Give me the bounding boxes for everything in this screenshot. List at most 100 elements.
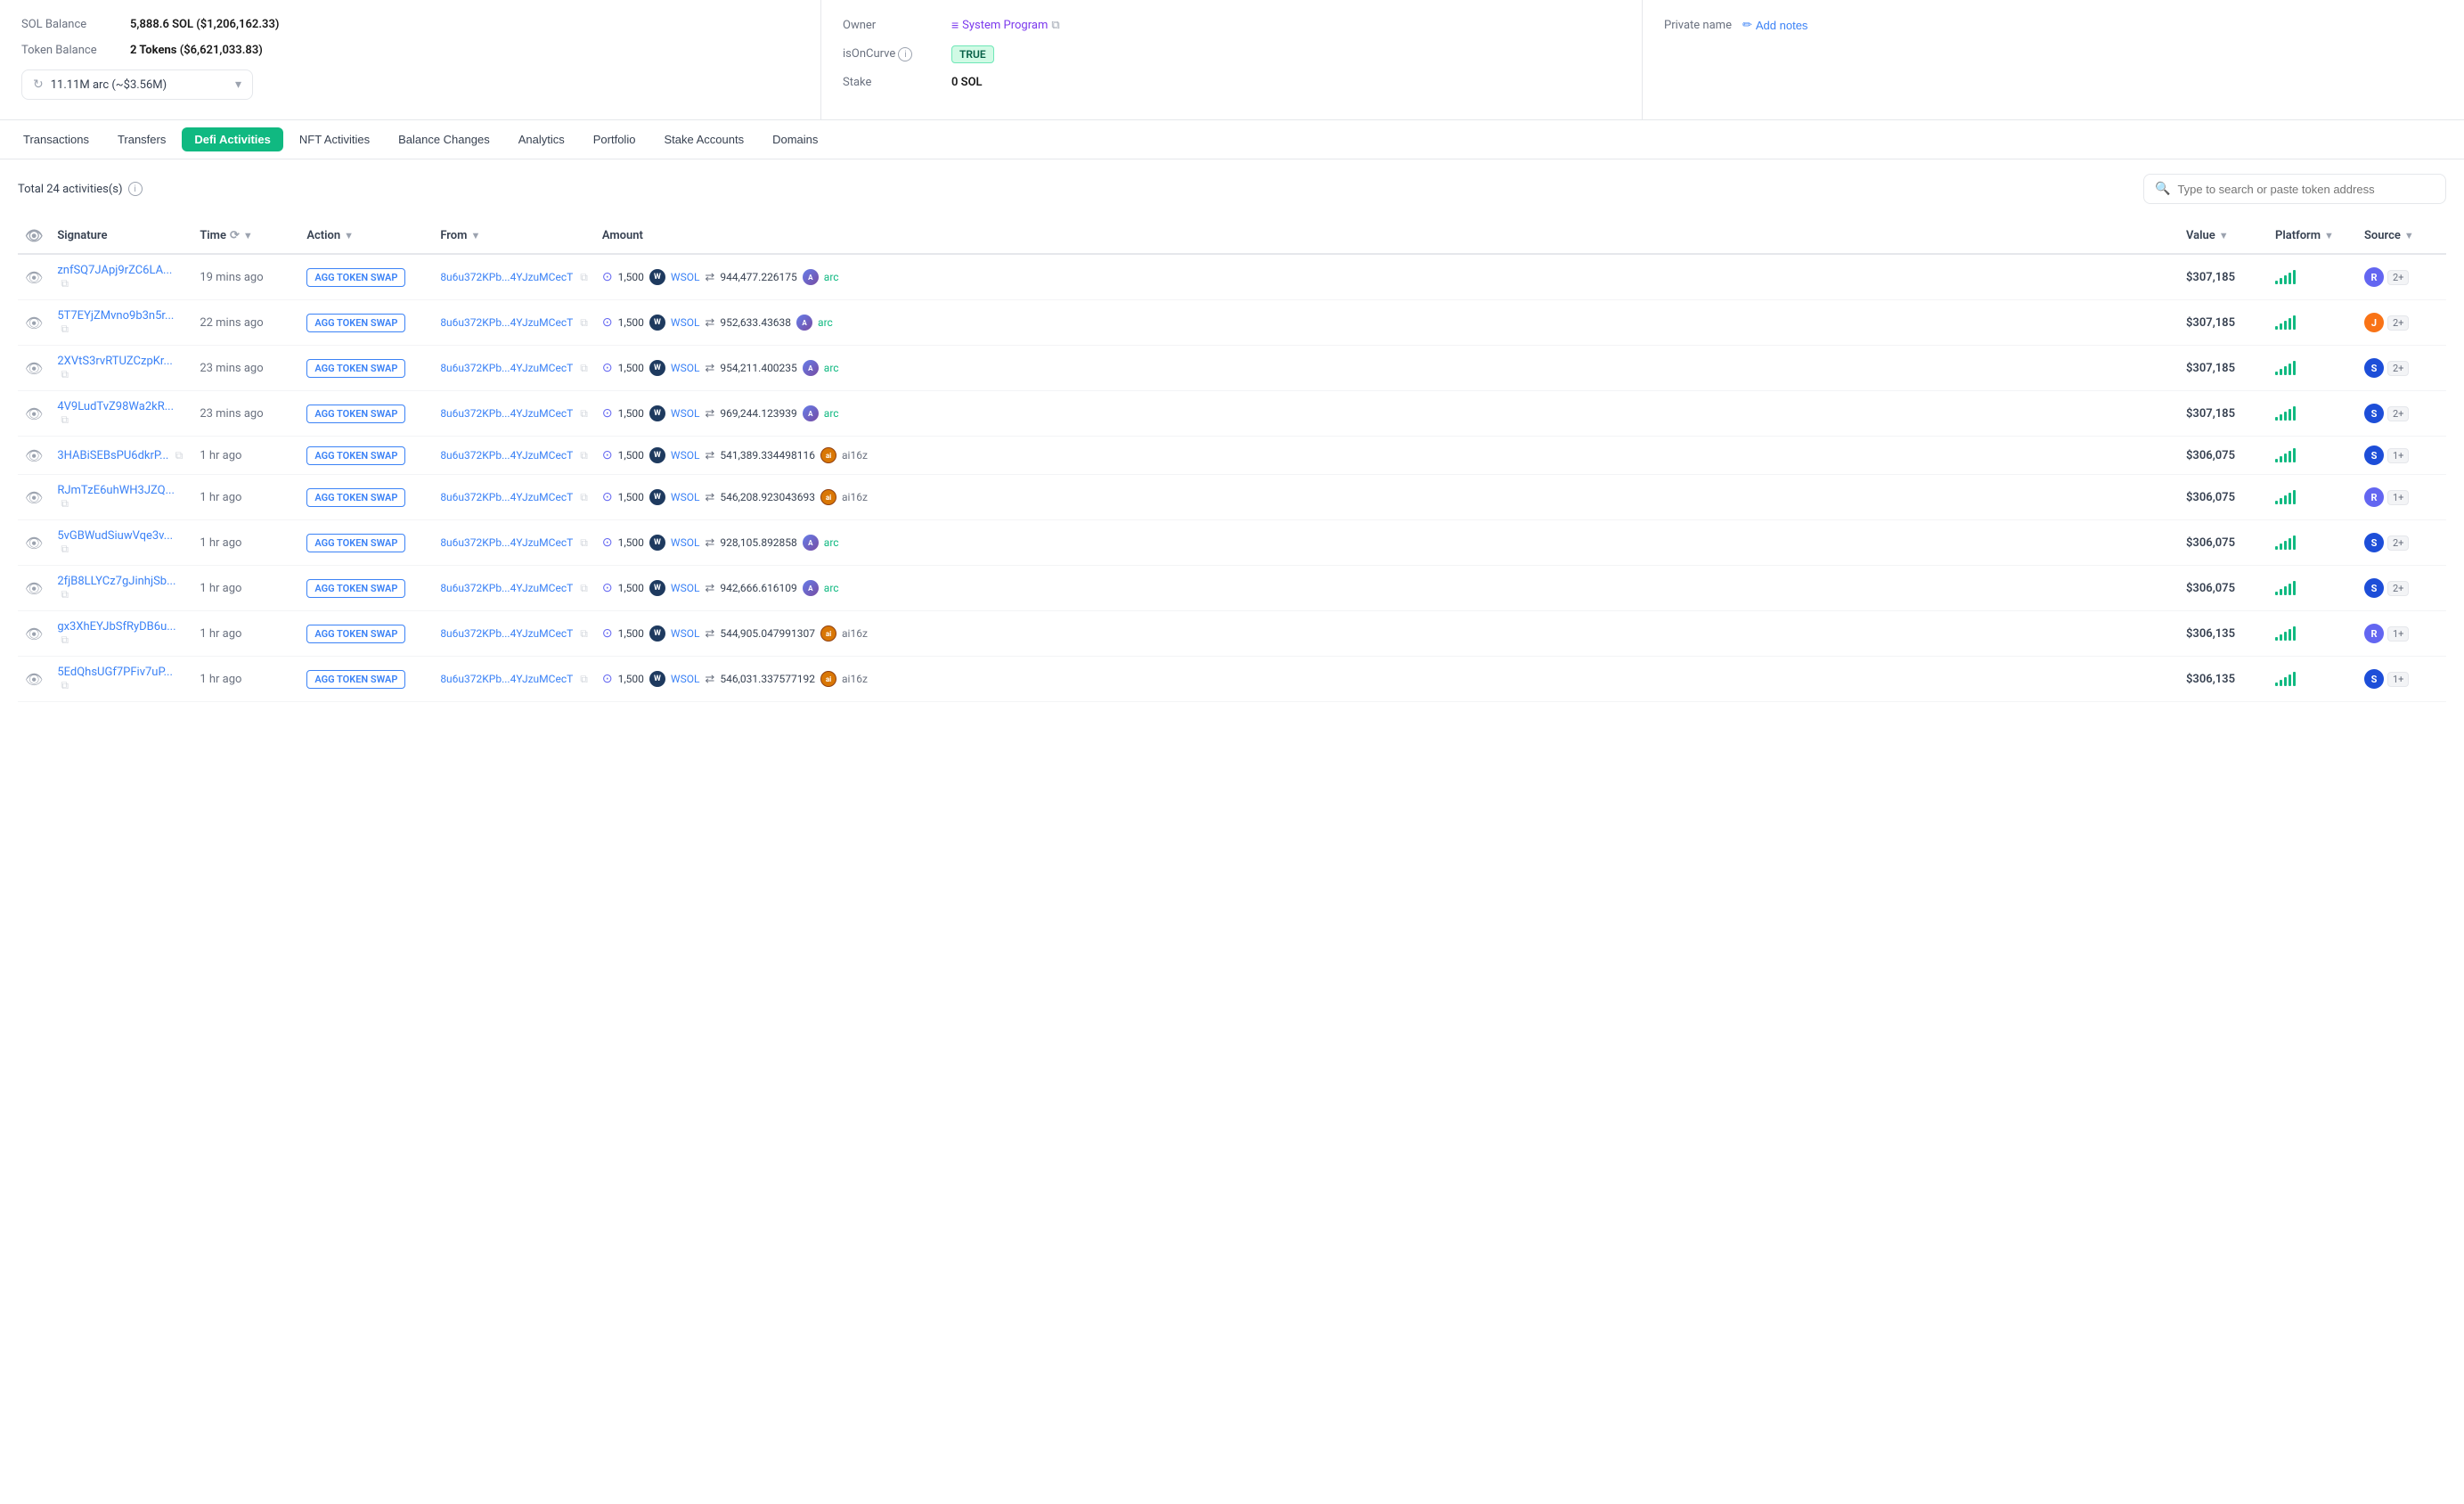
from-filter-icon[interactable]: ▼ — [470, 230, 480, 241]
tab-stake-accounts[interactable]: Stake Accounts — [651, 127, 756, 151]
token-out-link[interactable]: ai16z — [842, 627, 868, 640]
tab-portfolio[interactable]: Portfolio — [581, 127, 649, 151]
action-filter-icon[interactable]: ▼ — [344, 230, 354, 241]
wsol-link[interactable]: WSOL — [671, 491, 700, 503]
time-filter-icon[interactable]: ▼ — [243, 230, 253, 241]
sig-link[interactable]: 2fjB8LLYCz7gJinhjSb... — [57, 575, 175, 588]
token-out-link[interactable]: arc — [824, 271, 839, 283]
platform-filter-icon[interactable]: ▼ — [2324, 230, 2334, 241]
value-filter-icon[interactable]: ▼ — [2219, 230, 2229, 241]
sig-link[interactable]: 4V9LudTvZ98Wa2kR... — [57, 400, 174, 413]
sig-link[interactable]: 2XVtS3rvRTUZCzpKr... — [57, 355, 173, 368]
search-input[interactable] — [2177, 183, 2435, 196]
table-row: 👁 5vGBWudSiuwVqe3v... ⧉ 1 hr ago AGG TOK… — [18, 520, 2446, 566]
wsol-link[interactable]: WSOL — [671, 627, 700, 640]
time-refresh-icon[interactable]: ⟳ — [230, 229, 240, 242]
wsol-link[interactable]: WSOL — [671, 582, 700, 594]
from-copy-icon[interactable]: ⧉ — [580, 449, 588, 462]
sig-link[interactable]: 5vGBWudSiuwVqe3v... — [57, 529, 173, 543]
from-copy-icon[interactable]: ⧉ — [580, 536, 588, 550]
total-activities-info-icon[interactable]: i — [128, 182, 143, 196]
from-link[interactable]: 8u6u372KPb...4YJzuMCecT — [440, 627, 573, 640]
from-copy-icon[interactable]: ⧉ — [580, 582, 588, 595]
is-on-curve-info-icon[interactable]: i — [898, 47, 912, 61]
wsol-link[interactable]: WSOL — [671, 362, 700, 374]
wsol-link[interactable]: WSOL — [671, 449, 700, 462]
sig-copy-icon[interactable]: ⧉ — [61, 497, 69, 510]
token-out-link[interactable]: ai16z — [842, 449, 868, 462]
wsol-link[interactable]: WSOL — [671, 316, 700, 329]
from-link[interactable]: 8u6u372KPb...4YJzuMCecT — [440, 449, 573, 462]
sig-link[interactable]: 3HABiSEBsPU6dkrP... — [57, 449, 168, 462]
wsol-link[interactable]: WSOL — [671, 673, 700, 685]
sig-link[interactable]: gx3XhEYJbSfRyDB6u... — [57, 620, 175, 633]
token-out-link[interactable]: arc — [824, 407, 839, 420]
sig-copy-icon[interactable]: ⧉ — [61, 368, 69, 380]
tab-domains[interactable]: Domains — [760, 127, 830, 151]
sig-copy-icon[interactable]: ⧉ — [61, 679, 69, 691]
sig-link[interactable]: RJmTzE6uhWH3JZQ... — [57, 484, 175, 497]
system-program-link[interactable]: ≡ System Program ⧉ — [951, 18, 1060, 33]
eye-icon[interactable]: 👁 — [25, 671, 43, 688]
eye-icon[interactable]: 👁 — [25, 447, 43, 464]
from-copy-icon[interactable]: ⧉ — [580, 316, 588, 330]
sig-copy-icon[interactable]: ⧉ — [61, 323, 69, 335]
action-cell: AGG TOKEN SWAP — [299, 475, 433, 520]
eye-icon[interactable]: 👁 — [25, 315, 43, 331]
eye-icon[interactable]: 👁 — [25, 269, 43, 286]
wsol-link[interactable]: WSOL — [671, 407, 700, 420]
copy-icon[interactable]: ⧉ — [1051, 19, 1059, 32]
tab-defi-activities[interactable]: Defi Activities — [182, 127, 283, 151]
from-link[interactable]: 8u6u372KPb...4YJzuMCecT — [440, 362, 573, 374]
sig-copy-icon[interactable]: ⧉ — [61, 588, 69, 601]
token-out-link[interactable]: arc — [818, 316, 833, 329]
wsol-link[interactable]: WSOL — [671, 536, 700, 549]
from-copy-icon[interactable]: ⧉ — [580, 673, 588, 686]
from-link[interactable]: 8u6u372KPb...4YJzuMCecT — [440, 536, 573, 549]
token-out-link[interactable]: arc — [824, 582, 839, 594]
sig-link[interactable]: 5EdQhsUGf7PFiv7uP... — [57, 666, 173, 679]
from-copy-icon[interactable]: ⧉ — [580, 491, 588, 504]
tab-analytics[interactable]: Analytics — [506, 127, 577, 151]
wsol-link[interactable]: WSOL — [671, 271, 700, 283]
from-copy-icon[interactable]: ⧉ — [580, 362, 588, 375]
from-link[interactable]: 8u6u372KPb...4YJzuMCecT — [440, 316, 573, 329]
add-notes-button[interactable]: ✏ Add notes — [1742, 18, 1807, 32]
tab-transactions[interactable]: Transactions — [11, 127, 102, 151]
eye-icon[interactable]: 👁 — [25, 360, 43, 377]
from-link[interactable]: 8u6u372KPb...4YJzuMCecT — [440, 673, 573, 685]
from-copy-icon[interactable]: ⧉ — [580, 627, 588, 641]
from-link[interactable]: 8u6u372KPb...4YJzuMCecT — [440, 582, 573, 594]
token-selector[interactable]: ↻ 11.11M arc (~$3.56M) ▾ — [21, 69, 253, 100]
eye-icon[interactable]: 👁 — [25, 625, 43, 642]
sig-copy-icon[interactable]: ⧉ — [61, 543, 69, 555]
from-copy-icon[interactable]: ⧉ — [580, 271, 588, 284]
source-icon: S — [2364, 445, 2384, 465]
tab-transfers[interactable]: Transfers — [105, 127, 178, 151]
amount-out: 544,905.047991307 — [720, 627, 815, 640]
sig-link[interactable]: 5T7EYjZMvno9b3n5r... — [57, 309, 174, 323]
sig-copy-icon[interactable]: ⧉ — [61, 413, 69, 426]
eye-icon[interactable]: 👁 — [25, 405, 43, 422]
from-link[interactable]: 8u6u372KPb...4YJzuMCecT — [440, 407, 573, 420]
sig-copy-icon[interactable]: ⧉ — [175, 449, 184, 462]
search-box[interactable]: 🔍 — [2143, 174, 2446, 204]
token-out-link[interactable]: arc — [824, 362, 839, 374]
token-out-link[interactable]: ai16z — [842, 491, 868, 503]
sig-copy-icon[interactable]: ⧉ — [61, 633, 69, 646]
true-badge: TRUE — [951, 45, 994, 63]
token-out-link[interactable]: ai16z — [842, 673, 868, 685]
sig-link[interactable]: znfSQ7JApj9rZC6LA... — [57, 264, 172, 277]
from-link[interactable]: 8u6u372KPb...4YJzuMCecT — [440, 491, 573, 503]
eye-icon[interactable]: 👁 — [25, 535, 43, 552]
eye-icon[interactable]: 👁 — [25, 580, 43, 597]
from-copy-icon[interactable]: ⧉ — [580, 407, 588, 421]
eye-icon[interactable]: 👁 — [25, 489, 43, 506]
tab-balance-changes[interactable]: Balance Changes — [386, 127, 502, 151]
sig-copy-icon[interactable]: ⧉ — [61, 277, 69, 290]
token-out-link[interactable]: arc — [824, 536, 839, 549]
from-link[interactable]: 8u6u372KPb...4YJzuMCecT — [440, 271, 573, 283]
sig-cell: znfSQ7JApj9rZC6LA... ⧉ — [50, 254, 192, 300]
tab-nft-activities[interactable]: NFT Activities — [287, 127, 382, 151]
source-filter-icon[interactable]: ▼ — [2404, 230, 2414, 241]
